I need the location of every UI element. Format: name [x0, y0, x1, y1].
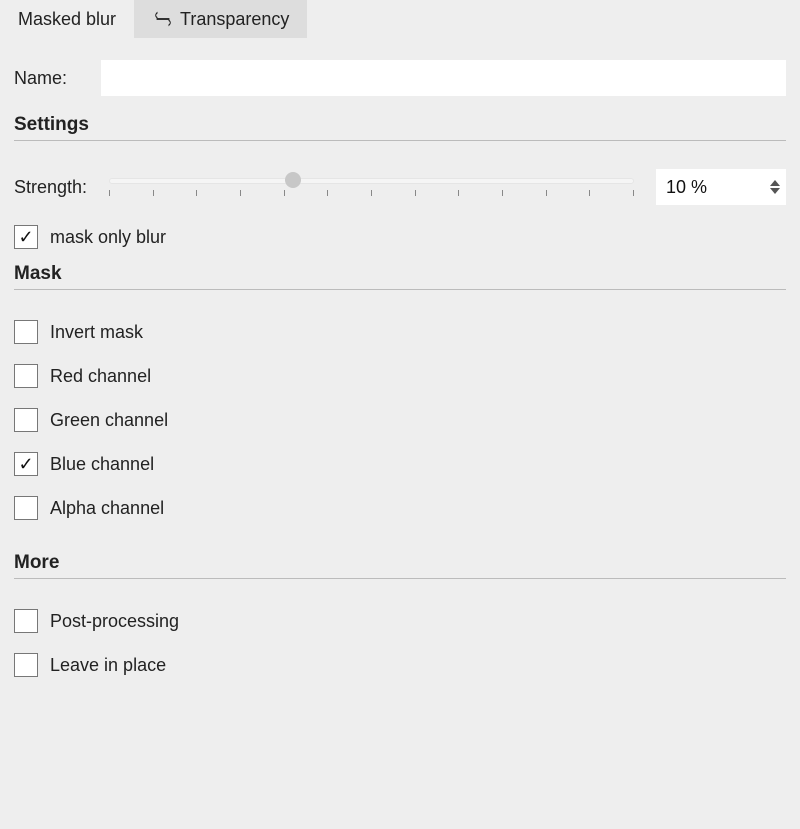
mask-only-blur-row: mask only blur	[0, 215, 800, 259]
mask-only-blur-label: mask only blur	[50, 227, 166, 248]
section-mask-header: Mask	[14, 263, 786, 290]
name-label: Name:	[14, 68, 67, 89]
strength-label: Strength:	[14, 177, 87, 198]
strength-row: Strength: 10 %	[0, 151, 800, 215]
green-channel-label: Green channel	[50, 410, 168, 431]
section-settings-header: Settings	[14, 114, 786, 141]
red-channel-checkbox[interactable]	[14, 364, 38, 388]
tab-label: Transparency	[180, 9, 289, 30]
green-channel-checkbox[interactable]	[14, 408, 38, 432]
alpha-channel-label: Alpha channel	[50, 498, 164, 519]
leave-in-place-label: Leave in place	[50, 655, 166, 676]
tab-masked-blur[interactable]: Masked blur	[0, 0, 134, 38]
blue-channel-checkbox[interactable]	[14, 452, 38, 476]
post-processing-label: Post-processing	[50, 611, 179, 632]
post-processing-row: Post-processing	[0, 599, 800, 643]
name-input[interactable]	[101, 60, 786, 96]
leave-in-place-row: Leave in place	[0, 643, 800, 687]
mask-only-blur-checkbox[interactable]	[14, 225, 38, 249]
post-processing-checkbox[interactable]	[14, 609, 38, 633]
mask-group: Invert mask Red channel Green channel Bl…	[0, 300, 800, 548]
spinner-up-icon[interactable]	[770, 180, 780, 186]
strength-spinner[interactable]: 10 %	[656, 169, 786, 205]
tab-bar: Masked blur Transparency	[0, 0, 800, 38]
alpha-channel-row: Alpha channel	[0, 486, 800, 530]
tab-transparency[interactable]: Transparency	[134, 0, 307, 38]
spinner-buttons	[770, 180, 780, 194]
invert-mask-checkbox[interactable]	[14, 320, 38, 344]
red-channel-label: Red channel	[50, 366, 151, 387]
invert-mask-row: Invert mask	[0, 310, 800, 354]
more-group: Post-processing Leave in place	[0, 589, 800, 705]
strength-value: 10 %	[666, 177, 707, 198]
blue-channel-label: Blue channel	[50, 454, 154, 475]
section-more-header: More	[14, 552, 786, 579]
slider-ticks	[109, 190, 634, 200]
invert-mask-label: Invert mask	[50, 322, 143, 343]
strength-slider[interactable]	[109, 170, 634, 204]
red-channel-row: Red channel	[0, 354, 800, 398]
alpha-channel-checkbox[interactable]	[14, 496, 38, 520]
transparency-icon	[152, 8, 174, 30]
tab-label: Masked blur	[18, 9, 116, 30]
green-channel-row: Green channel	[0, 398, 800, 442]
spinner-down-icon[interactable]	[770, 188, 780, 194]
slider-thumb[interactable]	[285, 172, 301, 188]
slider-track	[109, 178, 634, 184]
blue-channel-row: Blue channel	[0, 442, 800, 486]
leave-in-place-checkbox[interactable]	[14, 653, 38, 677]
name-row: Name:	[0, 38, 800, 110]
